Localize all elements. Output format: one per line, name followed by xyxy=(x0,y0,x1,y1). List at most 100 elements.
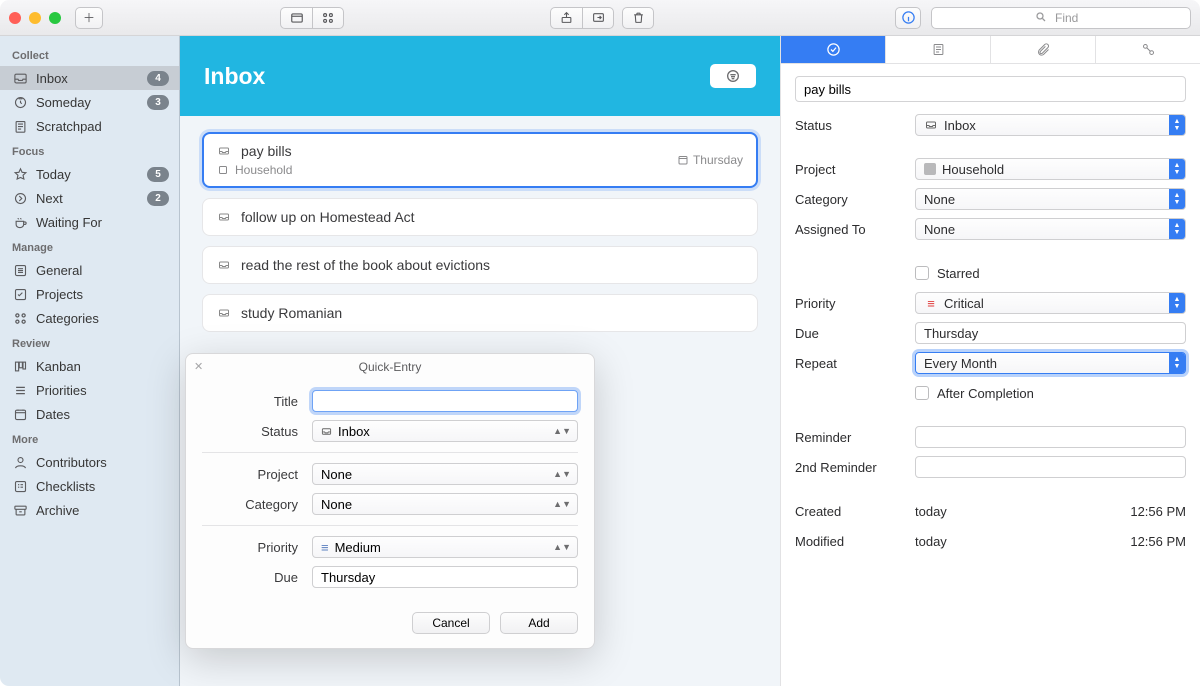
qe-due-input[interactable]: Thursday xyxy=(312,566,578,588)
checkbox-label: Starred xyxy=(937,266,980,281)
task-row[interactable]: study Romanian xyxy=(202,294,758,332)
task-due: Thursday xyxy=(693,153,743,167)
category-select[interactable]: None ▲▼ xyxy=(915,188,1186,210)
inspector-tab-info[interactable] xyxy=(781,36,886,63)
sidebar-item-priorities[interactable]: Priorities xyxy=(0,378,179,402)
traffic-lights xyxy=(9,12,61,24)
view-switcher-button[interactable] xyxy=(312,7,344,29)
field-label: Priority xyxy=(795,296,915,311)
sidebar-item-label: Projects xyxy=(36,287,83,302)
add-task-button[interactable]: ＋ xyxy=(75,7,103,29)
main-header: Inbox xyxy=(180,36,780,116)
qe-project-select[interactable]: None▲▼ xyxy=(312,463,578,485)
qe-title-input[interactable] xyxy=(312,390,578,412)
projects-icon xyxy=(12,287,28,302)
share-button[interactable] xyxy=(550,7,582,29)
task-row[interactable]: follow up on Homestead Act xyxy=(202,198,758,236)
sidebar-section-focus: Focus xyxy=(0,138,179,162)
sidebar: Collect Inbox 4 Someday 3 Scratchpad Foc… xyxy=(0,36,180,686)
sidebar-item-someday[interactable]: Someday 3 xyxy=(0,90,179,114)
status-select[interactable]: Inbox ▲▼ xyxy=(915,114,1186,136)
sidebar-item-contributors[interactable]: Contributors xyxy=(0,450,179,474)
modified-time: 12:56 PM xyxy=(1130,534,1186,549)
chevron-updown-icon: ▲▼ xyxy=(553,545,571,550)
minimize-window-icon[interactable] xyxy=(29,12,41,24)
delete-button[interactable] xyxy=(622,7,654,29)
modified-date: today xyxy=(915,534,947,549)
qe-priority-select[interactable]: ≡ Medium▲▼ xyxy=(312,536,578,558)
sidebar-item-next[interactable]: Next 2 xyxy=(0,186,179,210)
inspector-tab-attachments[interactable] xyxy=(991,36,1096,63)
reminder2-input[interactable] xyxy=(915,456,1186,478)
starred-checkbox[interactable] xyxy=(915,266,929,280)
inbox-small-icon xyxy=(217,307,231,319)
task-row[interactable]: pay bills Household Thursday xyxy=(202,132,758,188)
sidebar-item-count: 2 xyxy=(147,191,169,206)
sidebar-item-today[interactable]: Today 5 xyxy=(0,162,179,186)
project-color-icon xyxy=(924,163,936,175)
sidebar-item-count: 3 xyxy=(147,95,169,110)
search-field[interactable]: Find xyxy=(931,7,1191,29)
after-completion-checkbox[interactable] xyxy=(915,386,929,400)
field-label: Reminder xyxy=(795,430,915,445)
field-label: Assigned To xyxy=(795,222,915,237)
chevron-updown-icon: ▲▼ xyxy=(1169,219,1185,239)
quick-entry-button[interactable] xyxy=(280,7,312,29)
task-row[interactable]: read the rest of the book about eviction… xyxy=(202,246,758,284)
chevron-updown-icon: ▲▼ xyxy=(553,502,571,507)
inbox-small-icon xyxy=(321,426,332,437)
inbox-small-icon xyxy=(217,259,231,271)
sidebar-item-count: 5 xyxy=(147,167,169,182)
sidebar-item-dates[interactable]: Dates xyxy=(0,402,179,426)
sidebar-item-kanban[interactable]: Kanban xyxy=(0,354,179,378)
add-button[interactable]: Add xyxy=(500,612,578,634)
reminder-input[interactable] xyxy=(915,426,1186,448)
field-label: Created xyxy=(795,504,915,519)
sidebar-item-label: Archive xyxy=(36,503,79,518)
sidebar-item-inbox[interactable]: Inbox 4 xyxy=(0,66,179,90)
checkbox-label: After Completion xyxy=(937,386,1034,401)
assigned-select[interactable]: None ▲▼ xyxy=(915,218,1186,240)
calendar-icon xyxy=(12,407,28,422)
inspector-title-input[interactable] xyxy=(795,76,1186,102)
sidebar-item-waiting[interactable]: Waiting For xyxy=(0,210,179,234)
someday-icon xyxy=(12,95,28,110)
checklist-icon xyxy=(12,479,28,494)
sidebar-item-checklists[interactable]: Checklists xyxy=(0,474,179,498)
sidebar-item-scratchpad[interactable]: Scratchpad xyxy=(0,114,179,138)
repeat-select[interactable]: Every Month ▲▼ xyxy=(915,352,1186,374)
task-title: read the rest of the book about eviction… xyxy=(241,257,490,273)
zoom-window-icon[interactable] xyxy=(49,12,61,24)
sidebar-item-projects[interactable]: Projects xyxy=(0,282,179,306)
quick-entry-window: ✕ Quick-Entry Title Status Inbox ▲▼ Proj… xyxy=(185,353,595,649)
app-window: ＋ xyxy=(0,0,1200,686)
person-icon xyxy=(12,455,28,470)
qe-category-select[interactable]: None▲▼ xyxy=(312,493,578,515)
inspector-tab-notes[interactable] xyxy=(886,36,991,63)
info-button[interactable] xyxy=(895,7,921,29)
field-label: Due xyxy=(795,326,915,341)
cancel-button[interactable]: Cancel xyxy=(412,612,490,634)
arrow-circle-icon xyxy=(12,191,28,206)
inspector-tab-relations[interactable] xyxy=(1096,36,1200,63)
sidebar-item-label: Checklists xyxy=(36,479,95,494)
close-window-icon[interactable] xyxy=(9,12,21,24)
close-icon[interactable]: ✕ xyxy=(194,360,203,373)
sidebar-item-archive[interactable]: Archive xyxy=(0,498,179,522)
sidebar-item-label: Someday xyxy=(36,95,91,110)
sidebar-item-categories[interactable]: Categories xyxy=(0,306,179,330)
qe-status-select[interactable]: Inbox ▲▼ xyxy=(312,420,578,442)
move-to-button[interactable] xyxy=(582,7,614,29)
priority-medium-icon: ≡ xyxy=(321,540,329,555)
priority-select[interactable]: ≡ Critical ▲▼ xyxy=(915,292,1186,314)
task-project: Household xyxy=(235,163,292,177)
field-label: 2nd Reminder xyxy=(795,460,915,475)
cup-icon xyxy=(12,215,28,230)
project-select[interactable]: Household ▲▼ xyxy=(915,158,1186,180)
sidebar-item-general[interactable]: General xyxy=(0,258,179,282)
sort-button[interactable] xyxy=(710,64,756,88)
sidebar-section-review: Review xyxy=(0,330,179,354)
due-input[interactable]: Thursday xyxy=(915,322,1186,344)
sidebar-item-label: Dates xyxy=(36,407,70,422)
created-date: today xyxy=(915,504,947,519)
